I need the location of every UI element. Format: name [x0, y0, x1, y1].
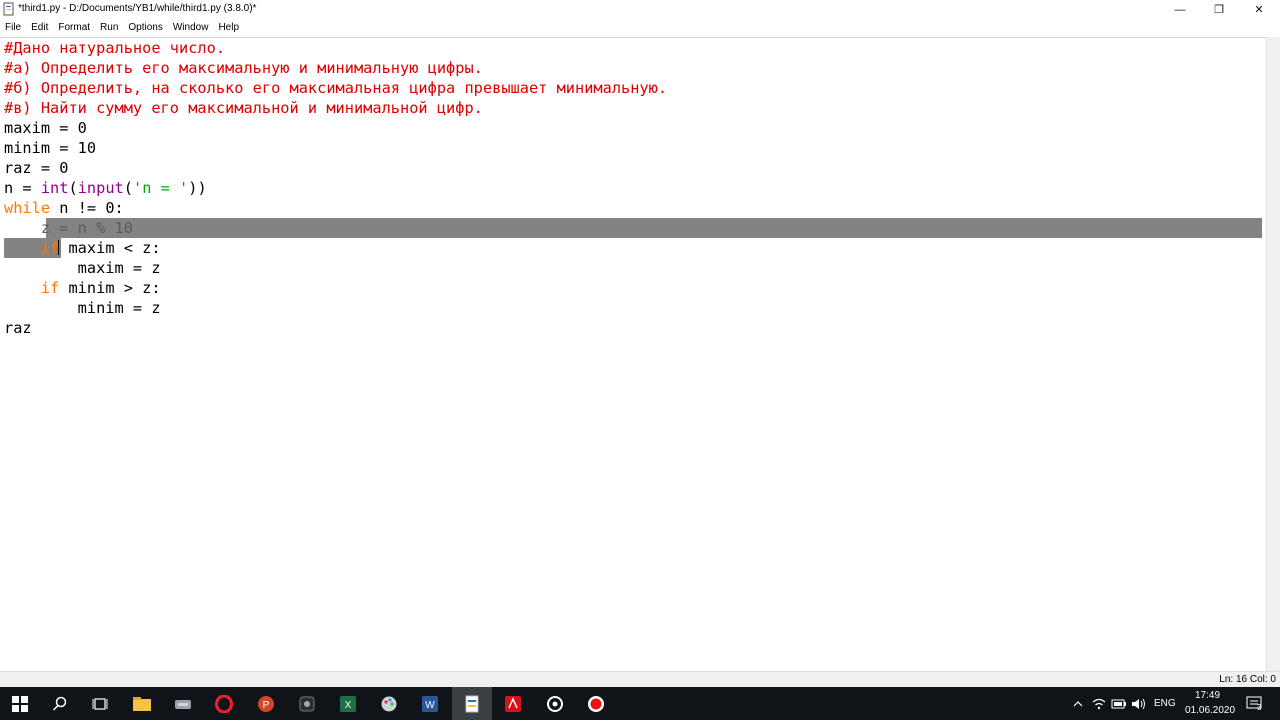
- line-col-status: Ln: 16 Col: 0: [1219, 674, 1276, 685]
- menu-format[interactable]: Format: [53, 19, 95, 37]
- battery-icon[interactable]: [1110, 687, 1128, 720]
- code-line: z = n % 10: [4, 219, 133, 237]
- code-line: #Дано натуральное число.: [4, 39, 226, 57]
- window-title: *third1.py - D:/Documents/YB1/while/thir…: [18, 3, 257, 14]
- vertical-scrollbar[interactable]: [1266, 37, 1280, 671]
- menu-edit[interactable]: Edit: [26, 19, 53, 37]
- code-line: if minim > z:: [40, 279, 161, 297]
- clock-date[interactable]: 01.06.2020: [1185, 705, 1235, 716]
- menu-window[interactable]: Window: [168, 19, 214, 37]
- code-line: raz = 0: [4, 159, 69, 177]
- python-file-icon: [3, 2, 14, 16]
- svg-text:P: P: [263, 700, 270, 711]
- code-line: n = int(input('n = ')): [4, 179, 207, 197]
- maximize-button[interactable]: ❐: [1199, 0, 1239, 19]
- code-text[interactable]: #Дано натуральное число. #а) Определить е…: [4, 38, 667, 338]
- code-line: maxim = z: [4, 259, 161, 277]
- status-bar: Ln: 16 Col: 0: [0, 671, 1280, 688]
- acrobat-icon[interactable]: [493, 687, 533, 720]
- taskbar: P X W ENG 17:49 01.06.2020 3: [0, 687, 1280, 720]
- app-icon[interactable]: [287, 687, 327, 720]
- opera-icon[interactable]: [204, 687, 244, 720]
- file-explorer-icon[interactable]: [122, 687, 162, 720]
- code-line: while n != 0:: [4, 199, 124, 217]
- menu-run[interactable]: Run: [95, 19, 123, 37]
- search-icon[interactable]: [40, 687, 80, 720]
- code-line: raz: [4, 319, 32, 337]
- menu-file[interactable]: File: [0, 19, 26, 37]
- notifications-icon[interactable]: 3: [1244, 687, 1266, 720]
- svg-text:X: X: [345, 700, 352, 711]
- media-icon[interactable]: [535, 687, 575, 720]
- windows-start-icon[interactable]: [0, 687, 40, 720]
- code-line: if maxim < z:: [40, 239, 161, 257]
- code-line: minim = z: [4, 299, 161, 317]
- menu-bar: File Edit Format Run Options Window Help: [0, 19, 1280, 37]
- excel-icon[interactable]: X: [328, 687, 368, 720]
- code-line: minim = 10: [4, 139, 97, 157]
- code-line: #а) Определить его максимальную и минима…: [4, 59, 483, 77]
- task-view-icon[interactable]: [80, 687, 120, 720]
- network-drive-icon[interactable]: [163, 687, 203, 720]
- volume-icon[interactable]: [1130, 687, 1148, 720]
- wifi-icon[interactable]: [1091, 687, 1107, 720]
- chevron-up-icon[interactable]: [1070, 687, 1086, 720]
- menu-options[interactable]: Options: [123, 19, 167, 37]
- language-indicator[interactable]: ENG: [1154, 698, 1176, 709]
- notification-count: 3: [1257, 703, 1262, 712]
- text-cursor: [58, 240, 59, 255]
- code-line: #в) Найти сумму его максимальной и миним…: [4, 99, 483, 117]
- clock-time[interactable]: 17:49: [1195, 690, 1220, 701]
- menu-help[interactable]: Help: [213, 19, 244, 37]
- code-line: #б) Определить, на сколько его максималь…: [4, 79, 668, 97]
- powerpoint-icon[interactable]: P: [246, 687, 286, 720]
- paint-icon[interactable]: [369, 687, 409, 720]
- svg-text:W: W: [425, 700, 435, 711]
- code-editor[interactable]: #Дано натуральное число. #а) Определить е…: [0, 37, 1266, 672]
- python-idle-icon[interactable]: [452, 687, 492, 720]
- recorder-icon[interactable]: [576, 687, 616, 720]
- title-bar: *third1.py - D:/Documents/YB1/while/thir…: [0, 0, 1280, 19]
- code-line: maxim = 0: [4, 119, 87, 137]
- word-icon[interactable]: W: [410, 687, 450, 720]
- minimize-button[interactable]: —: [1160, 0, 1200, 19]
- close-button[interactable]: ✕: [1239, 0, 1279, 19]
